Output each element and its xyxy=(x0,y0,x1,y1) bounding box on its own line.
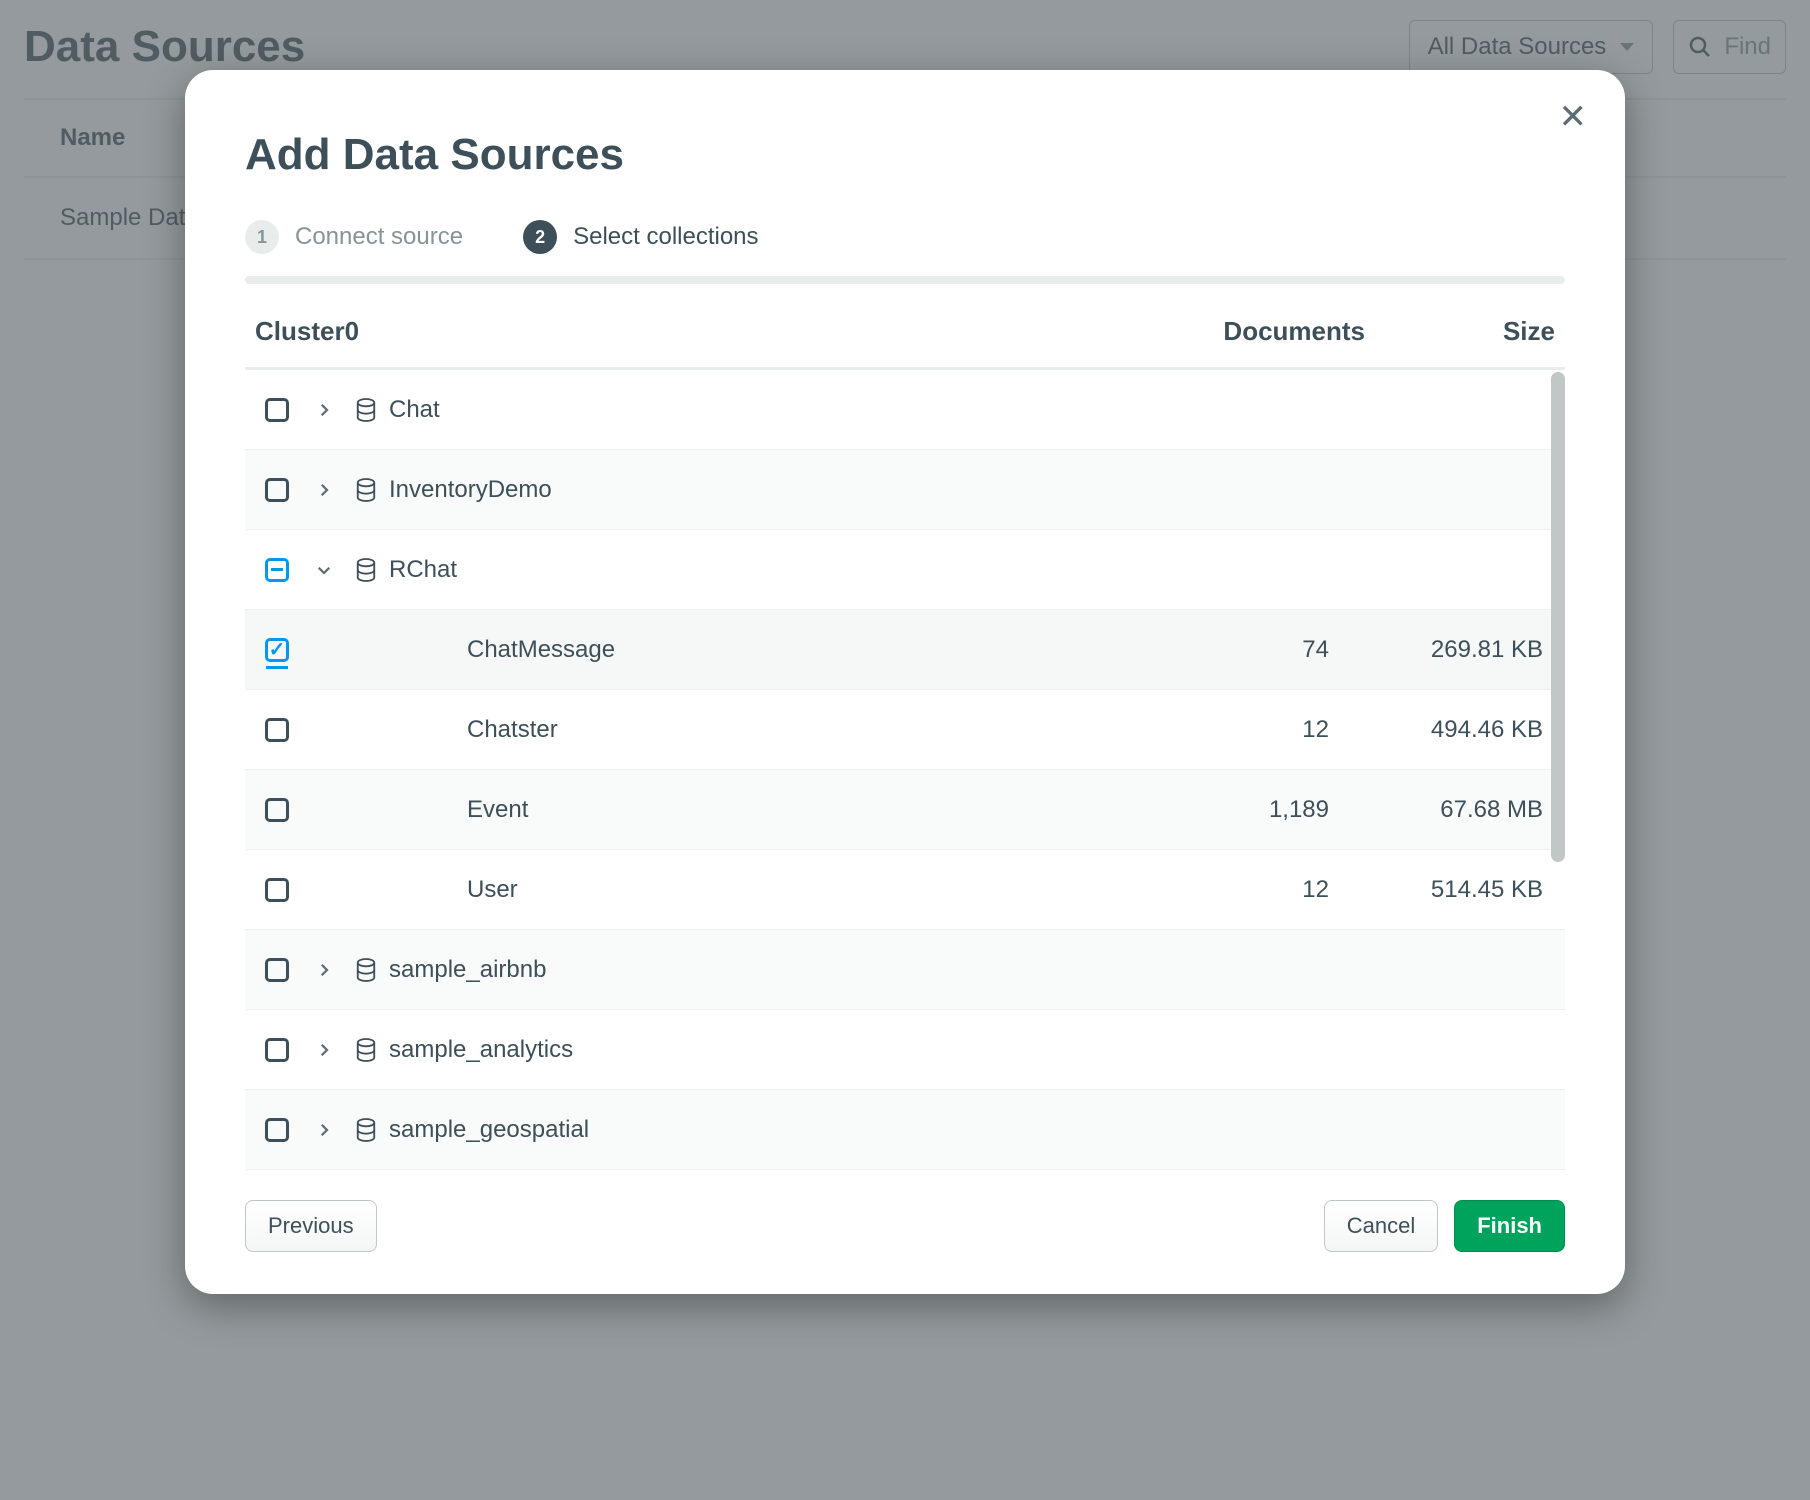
collection-name: ChatMessage xyxy=(467,636,1149,664)
step-label: Select collections xyxy=(573,223,758,251)
database-icon xyxy=(355,478,377,502)
documents-count: 74 xyxy=(1149,636,1359,664)
checkbox[interactable] xyxy=(265,878,289,902)
db-name: sample_analytics xyxy=(389,1036,1549,1064)
collection-name: Chatster xyxy=(467,716,1149,744)
scrollbar[interactable] xyxy=(1551,372,1565,862)
db-row-chat[interactable]: Chat xyxy=(245,370,1565,450)
documents-count: 12 xyxy=(1149,716,1359,744)
db-row-rchat[interactable]: RChat xyxy=(245,530,1565,610)
column-size: Size xyxy=(1365,316,1555,347)
checkbox[interactable] xyxy=(265,478,289,502)
close-button[interactable]: ✕ xyxy=(1559,100,1588,134)
checkbox[interactable] xyxy=(265,798,289,822)
chevron-right-icon[interactable] xyxy=(311,1041,337,1059)
cluster-name: Cluster0 xyxy=(255,316,1155,347)
column-documents: Documents xyxy=(1155,316,1365,347)
collection-size: 67.68 MB xyxy=(1359,796,1549,824)
add-data-sources-modal: ✕ Add Data Sources 1 Connect source 2 Se… xyxy=(185,70,1625,1294)
collection-size: 494.46 KB xyxy=(1359,716,1549,744)
step-connect-source[interactable]: 1 Connect source xyxy=(245,220,463,254)
collection-size: 514.45 KB xyxy=(1359,876,1549,904)
db-name: InventoryDemo xyxy=(389,476,1549,504)
db-row-inventorydemo[interactable]: InventoryDemo xyxy=(245,450,1565,530)
chevron-down-icon[interactable] xyxy=(311,561,337,579)
db-name: sample_airbnb xyxy=(389,956,1549,984)
database-icon xyxy=(355,1038,377,1062)
modal-footer: Previous Cancel Finish xyxy=(245,1200,1565,1252)
checkbox[interactable] xyxy=(265,718,289,742)
collection-row-event[interactable]: Event 1,189 67.68 MB xyxy=(245,770,1565,850)
cluster-header: Cluster0 Documents Size xyxy=(245,310,1565,370)
db-row-sample-analytics[interactable]: sample_analytics xyxy=(245,1010,1565,1090)
step-label: Connect source xyxy=(295,223,463,251)
checkbox[interactable] xyxy=(265,1038,289,1062)
checkbox[interactable] xyxy=(265,1118,289,1142)
step-number: 2 xyxy=(523,220,557,254)
chevron-right-icon[interactable] xyxy=(311,401,337,419)
cancel-button[interactable]: Cancel xyxy=(1324,1200,1438,1252)
db-name: sample_geospatial xyxy=(389,1116,1549,1144)
database-icon xyxy=(355,958,377,982)
checkbox[interactable] xyxy=(265,958,289,982)
db-row-sample-airbnb[interactable]: sample_airbnb xyxy=(245,930,1565,1010)
database-icon xyxy=(355,398,377,422)
collection-name: User xyxy=(467,876,1149,904)
documents-count: 12 xyxy=(1149,876,1359,904)
modal-overlay: ✕ Add Data Sources 1 Connect source 2 Se… xyxy=(0,0,1810,1500)
db-row-sample-geospatial[interactable]: sample_geospatial xyxy=(245,1090,1565,1170)
database-icon xyxy=(355,1118,377,1142)
finish-button[interactable]: Finish xyxy=(1454,1200,1565,1252)
step-number: 1 xyxy=(245,220,279,254)
checkbox-checked[interactable] xyxy=(265,638,289,662)
chevron-right-icon[interactable] xyxy=(311,481,337,499)
checkbox-indeterminate[interactable] xyxy=(265,558,289,582)
database-icon xyxy=(355,558,377,582)
step-select-collections[interactable]: 2 Select collections xyxy=(523,220,758,254)
documents-count: 1,189 xyxy=(1149,796,1359,824)
chevron-right-icon[interactable] xyxy=(311,1121,337,1139)
progress-bar xyxy=(245,276,1565,284)
modal-title: Add Data Sources xyxy=(245,130,1565,180)
collection-name: Event xyxy=(467,796,1149,824)
collection-row-chatmessage[interactable]: ChatMessage 74 269.81 KB xyxy=(245,610,1565,690)
collection-row-user[interactable]: User 12 514.45 KB xyxy=(245,850,1565,930)
db-name: Chat xyxy=(389,396,1549,424)
stepper: 1 Connect source 2 Select collections xyxy=(245,220,1565,276)
checkbox[interactable] xyxy=(265,398,289,422)
previous-button[interactable]: Previous xyxy=(245,1200,377,1252)
collections-tree: Chat InventoryDemo xyxy=(245,370,1565,1170)
db-name: RChat xyxy=(389,556,1549,584)
collection-row-chatster[interactable]: Chatster 12 494.46 KB xyxy=(245,690,1565,770)
collection-size: 269.81 KB xyxy=(1359,636,1549,664)
chevron-right-icon[interactable] xyxy=(311,961,337,979)
